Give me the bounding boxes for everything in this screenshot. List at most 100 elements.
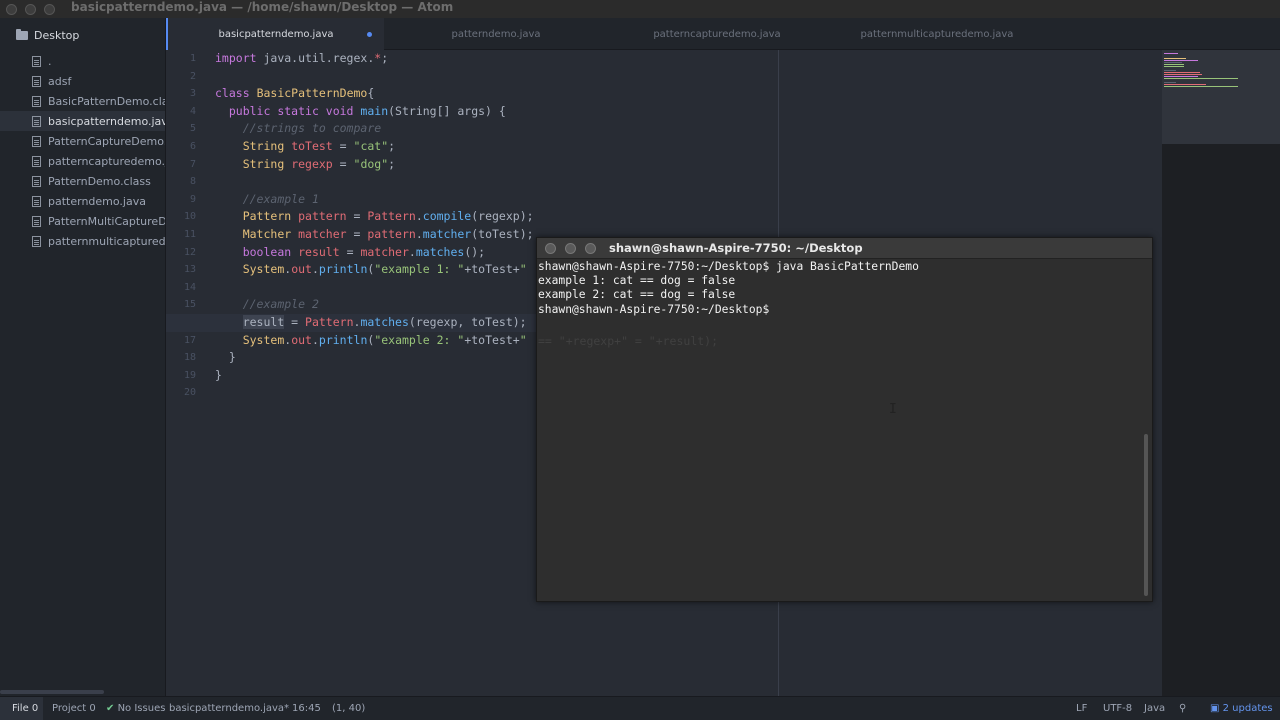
tree-item[interactable]: adsf: [0, 71, 165, 91]
file-icon: [32, 75, 41, 87]
grammar[interactable]: Java: [1144, 697, 1165, 720]
line-number: 2: [189, 70, 196, 82]
terminal-window[interactable]: shawn@shawn-Aspire-7750: ~/Desktop shawn…: [536, 237, 1153, 602]
terminal-maximize-button[interactable]: [585, 243, 596, 254]
minimap-line: [1164, 70, 1176, 71]
file-icon: [32, 155, 41, 167]
tree-root-folder[interactable]: Desktop: [16, 29, 79, 42]
code-line: String regexp = "dog";: [242, 156, 396, 171]
terminal-line: shawn@shawn-Aspire-7750:~/Desktop$ java …: [538, 260, 919, 273]
tree-item[interactable]: BasicPatternDemo.class: [0, 91, 165, 111]
updates-label: 2 updates: [1222, 703, 1273, 714]
code-line: import java.util.regex.*;: [215, 51, 389, 65]
minimap-line: [1164, 60, 1198, 61]
file-icon: [32, 135, 41, 147]
project-count[interactable]: Project 0: [52, 697, 96, 720]
tree-item-label: basicpatterndemo.java: [48, 114, 166, 128]
terminal-ghost-text: == "+regexp+" = "+result);: [538, 334, 719, 348]
line-number: 4: [189, 105, 196, 117]
tree-item[interactable]: patterndemo.java: [0, 191, 165, 211]
linter-status[interactable]: ✔ No Issues: [106, 697, 165, 720]
tab-basicpatterndemo[interactable]: basicpatterndemo.java: [166, 18, 384, 50]
terminal-titlebar: shawn@shawn-Aspire-7750: ~/Desktop: [537, 238, 1152, 259]
minimap[interactable]: [1162, 50, 1280, 144]
tab-label: patterncapturedemo.java: [653, 28, 781, 40]
terminal-output[interactable]: shawn@shawn-Aspire-7750:~/Desktop$ java …: [537, 260, 1142, 317]
file-icon: [32, 215, 41, 227]
check-icon: ✔: [106, 703, 115, 714]
line-number: 11: [183, 228, 196, 240]
terminal-scrollbar[interactable]: [1144, 434, 1148, 596]
window-titlebar: basicpatterndemo.java — /home/shawn/Desk…: [0, 0, 1280, 18]
modified-indicator-icon: [367, 32, 372, 37]
file-icon: [32, 55, 41, 67]
tree-item-label: PatternDemo.class: [48, 174, 151, 188]
window-maximize-button[interactable]: [44, 3, 55, 15]
linter-status-label: No Issues: [117, 703, 166, 714]
line-number: 10: [183, 211, 196, 223]
line-number: 5: [189, 123, 196, 135]
tree-item[interactable]: PatternDemo.class: [0, 171, 165, 191]
terminal-minimize-button[interactable]: [565, 243, 576, 254]
tab-patterncapturedemo[interactable]: patterncapturedemo.java: [608, 18, 826, 50]
line-number: 9: [189, 193, 196, 205]
tab-patternmulticapturedemo[interactable]: patternmulticapturedemo.java: [826, 18, 1048, 50]
minimap-line: [1164, 76, 1198, 77]
encoding[interactable]: UTF-8: [1103, 697, 1132, 720]
tree-root-label: Desktop: [34, 29, 80, 42]
line-number: 18: [183, 352, 196, 364]
file-icon: [32, 195, 41, 207]
tree-item[interactable]: patterncapturedemo.java: [0, 151, 166, 171]
minimap-line: [1164, 84, 1206, 85]
tree-item-label: .: [48, 54, 52, 68]
tree-view: Desktop . adsf BasicPatternDemo.class ba…: [0, 18, 166, 696]
file-icon: [32, 175, 41, 187]
status-time: 16:45: [292, 703, 321, 714]
minimap-line: [1164, 58, 1186, 59]
terminal-title: shawn@shawn-Aspire-7750: ~/Desktop: [609, 241, 863, 255]
terminal-line: shawn@shawn-Aspire-7750:~/Desktop$: [538, 302, 770, 316]
code-line: public static void main(String[] args) {: [228, 103, 506, 118]
line-number: 15: [183, 299, 196, 311]
line-number: 6: [189, 140, 196, 152]
tree-item-label: PatternCaptureDemo.class: [48, 134, 165, 148]
tree-item-selected[interactable]: basicpatterndemo.java: [0, 111, 166, 131]
line-number: 8: [189, 176, 196, 188]
tree-item-label: BasicPatternDemo.class: [48, 94, 165, 108]
file-list: . adsf BasicPatternDemo.class basicpatte…: [0, 51, 166, 251]
text-cursor-icon: I: [889, 403, 897, 417]
minimap-line: [1164, 64, 1184, 65]
tree-horizontal-scrollbar[interactable]: [0, 690, 104, 694]
code-line: Pattern pattern = Pattern.compile(regexp…: [242, 209, 534, 224]
status-bar: File 0 Project 0 ✔ No Issues basicpatter…: [0, 696, 1280, 720]
tree-item[interactable]: PatternCaptureDemo.class: [0, 131, 165, 151]
line-number: 20: [183, 387, 196, 399]
code-line: String toTest = "cat";: [242, 138, 396, 153]
file-icon: [32, 95, 41, 107]
pin-icon[interactable]: ⚲: [1179, 697, 1186, 720]
line-number: 19: [183, 369, 196, 381]
tree-item[interactable]: PatternMultiCaptureDemo: [0, 211, 165, 231]
cursor-position[interactable]: (1, 40): [332, 697, 365, 720]
line-number: 17: [183, 334, 196, 346]
window-close-button[interactable]: [6, 3, 17, 15]
tree-item[interactable]: .: [0, 51, 165, 71]
status-filename[interactable]: basicpatterndemo.java*: [169, 697, 289, 720]
tab-patterndemo[interactable]: patterndemo.java: [384, 18, 608, 50]
tab-label: patternmulticapturedemo.java: [860, 28, 1014, 40]
tree-item[interactable]: patternmulticapturedemo: [0, 231, 165, 251]
line-number: 1: [189, 53, 196, 64]
tab-label: basicpatterndemo.java: [218, 28, 334, 40]
tree-item-label: patterncapturedemo.java: [48, 154, 166, 168]
updates-indicator[interactable]: ▣ 2 updates: [1210, 697, 1273, 720]
file-count[interactable]: File 0: [0, 697, 43, 720]
minimap-line: [1164, 72, 1200, 73]
terminal-close-button[interactable]: [545, 243, 556, 254]
code-line: //strings to compare: [242, 121, 382, 136]
line-ending[interactable]: LF: [1076, 697, 1087, 720]
terminal-line: example 1: cat == dog = false: [538, 274, 736, 288]
package-icon: ▣: [1210, 703, 1220, 714]
window-minimize-button[interactable]: [25, 3, 36, 15]
